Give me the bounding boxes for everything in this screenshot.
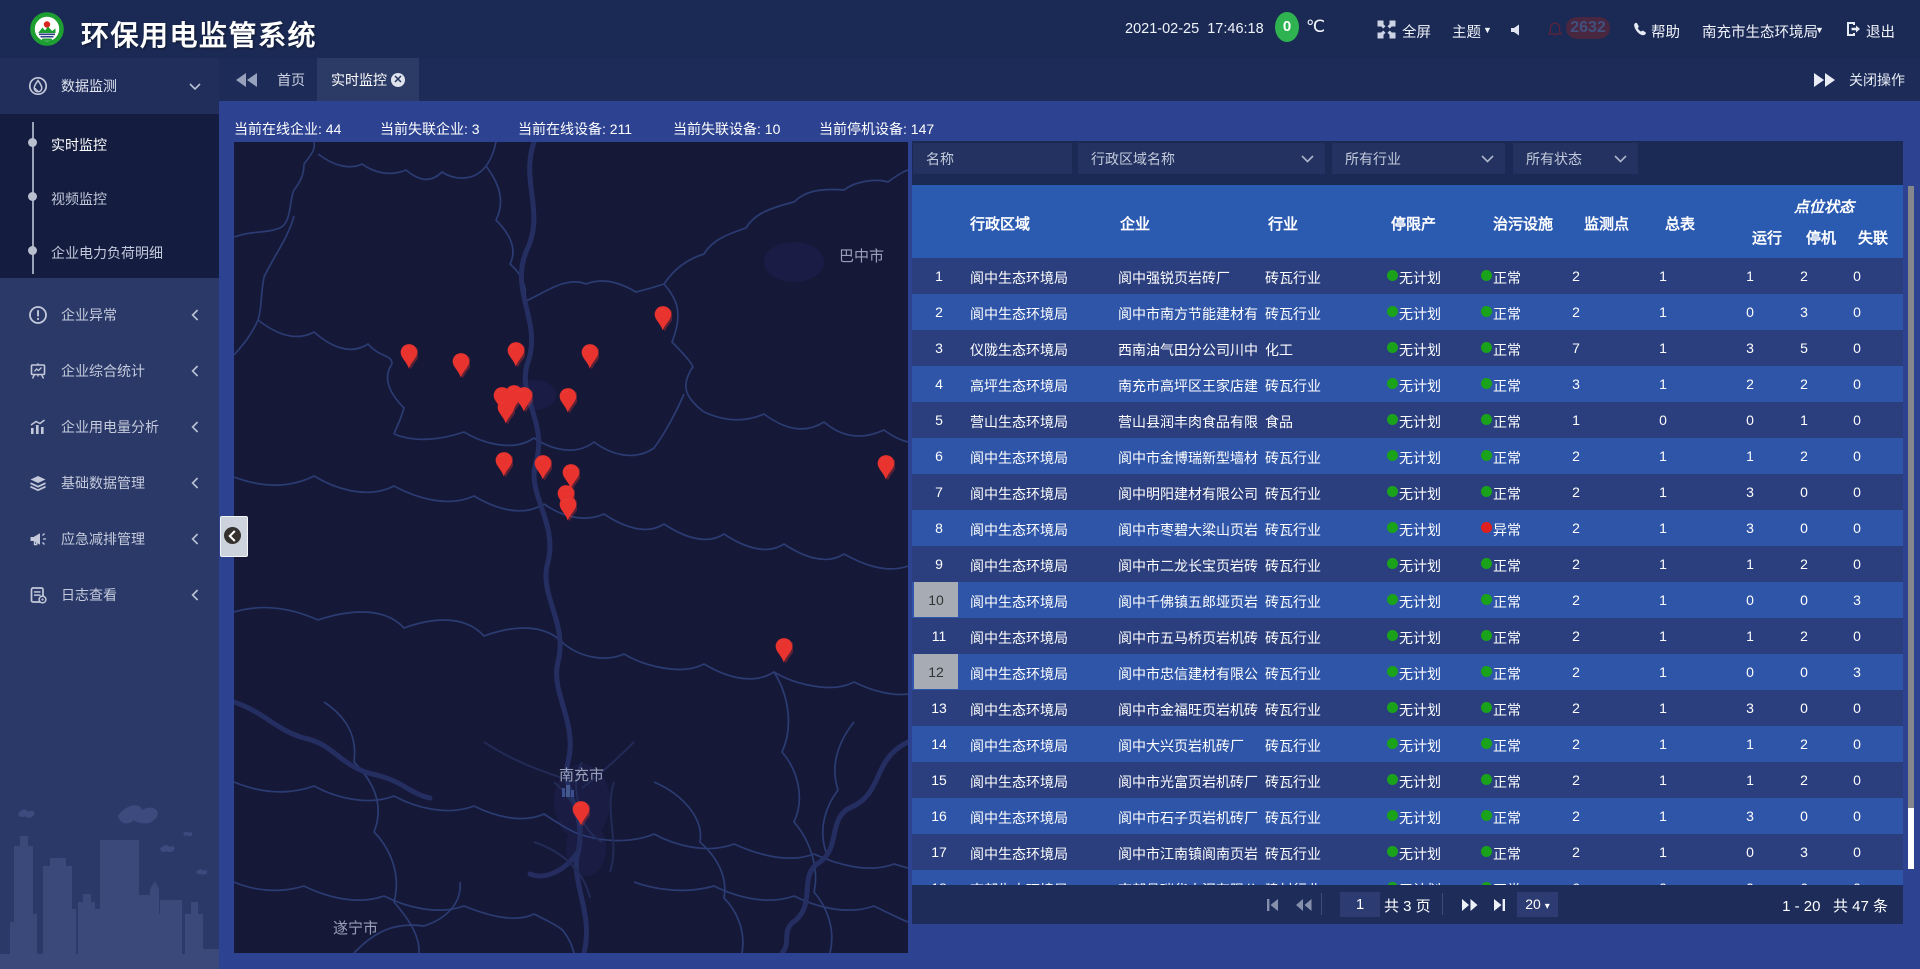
- svg-text:巴中市: 巴中市: [839, 248, 884, 265]
- svg-text:南充市: 南充市: [559, 767, 604, 784]
- svg-text:遂宁市: 遂宁市: [333, 920, 378, 937]
